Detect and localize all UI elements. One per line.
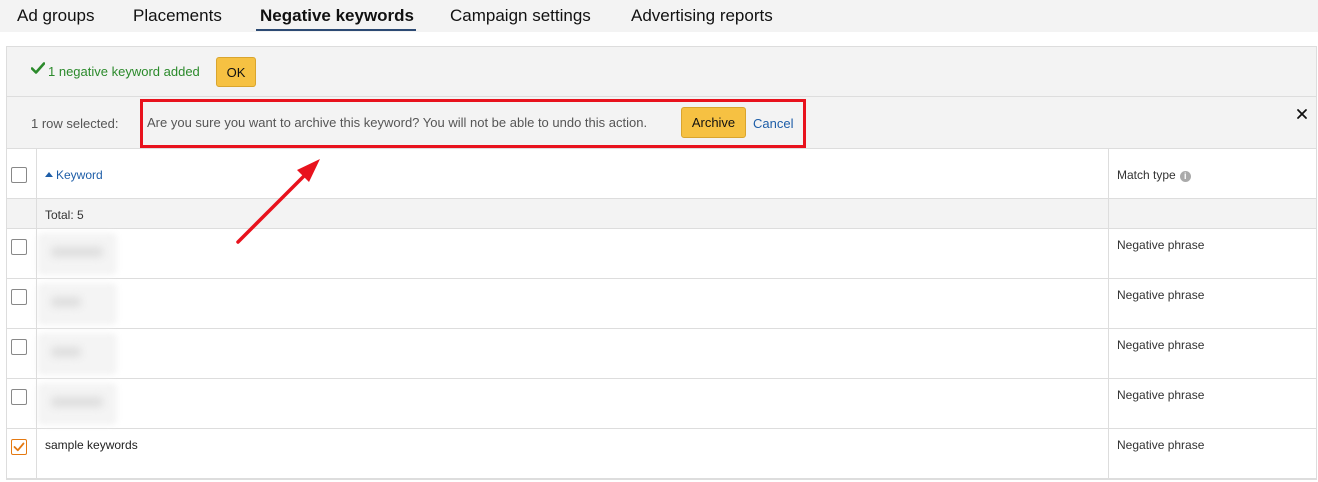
row-checkbox[interactable]	[11, 239, 27, 255]
column-divider	[36, 149, 37, 479]
table-row: sample keywords Negative phrase	[7, 429, 1316, 479]
info-icon[interactable]: i	[1179, 171, 1191, 182]
keyword-cell: sample keywords	[45, 438, 138, 452]
active-tab-indicator	[256, 29, 416, 31]
close-icon[interactable]	[1295, 107, 1309, 121]
select-all-checkbox[interactable]	[11, 167, 27, 183]
table-total-row: Total: 5	[7, 199, 1316, 229]
match-type-cell: Negative phrase	[1117, 238, 1205, 252]
match-type-cell: Negative phrase	[1117, 388, 1205, 402]
sort-ascending-icon	[45, 172, 53, 177]
rows-selected-text: 1 row selected:	[31, 116, 119, 131]
table-row: Negative phrase	[7, 279, 1316, 329]
table-header-row: Keyword Match type i	[7, 149, 1316, 199]
success-notice: 1 negative keyword added OK	[7, 47, 1316, 97]
checkmark-icon	[13, 442, 25, 452]
redacted-keyword-text	[51, 347, 81, 357]
table-row: Negative phrase	[7, 379, 1316, 429]
row-checkbox[interactable]	[11, 339, 27, 355]
row-checkbox[interactable]	[11, 389, 27, 405]
success-message: 1 negative keyword added	[48, 64, 200, 79]
row-checkbox[interactable]	[11, 289, 27, 305]
total-count: Total: 5	[45, 208, 84, 222]
table-row: Negative phrase	[7, 229, 1316, 279]
tab-ad-groups[interactable]: Ad groups	[17, 6, 95, 32]
tab-bar: Ad groups Placements Negative keywords C…	[0, 0, 1318, 32]
table-row: Negative phrase	[7, 329, 1316, 379]
negative-keywords-panel: 1 negative keyword added OK 1 row select…	[6, 46, 1317, 480]
match-type-cell: Negative phrase	[1117, 288, 1205, 302]
redacted-keyword-text	[51, 397, 103, 407]
tab-advertising-reports[interactable]: Advertising reports	[631, 6, 773, 32]
tab-campaign-settings[interactable]: Campaign settings	[450, 6, 591, 32]
match-type-cell: Negative phrase	[1117, 438, 1205, 452]
ok-button[interactable]: OK	[216, 57, 256, 87]
annotation-highlight-box	[140, 99, 806, 148]
checkmark-icon	[31, 62, 45, 74]
match-type-column-header: Match type i	[1117, 168, 1191, 182]
redacted-keyword-text	[51, 247, 103, 257]
match-type-cell: Negative phrase	[1117, 338, 1205, 352]
column-divider	[1108, 149, 1109, 479]
redacted-keyword-text	[51, 297, 81, 307]
row-checkbox-checked[interactable]	[11, 439, 27, 455]
keyword-column-header[interactable]: Keyword	[45, 168, 103, 182]
tab-placements[interactable]: Placements	[133, 6, 222, 32]
